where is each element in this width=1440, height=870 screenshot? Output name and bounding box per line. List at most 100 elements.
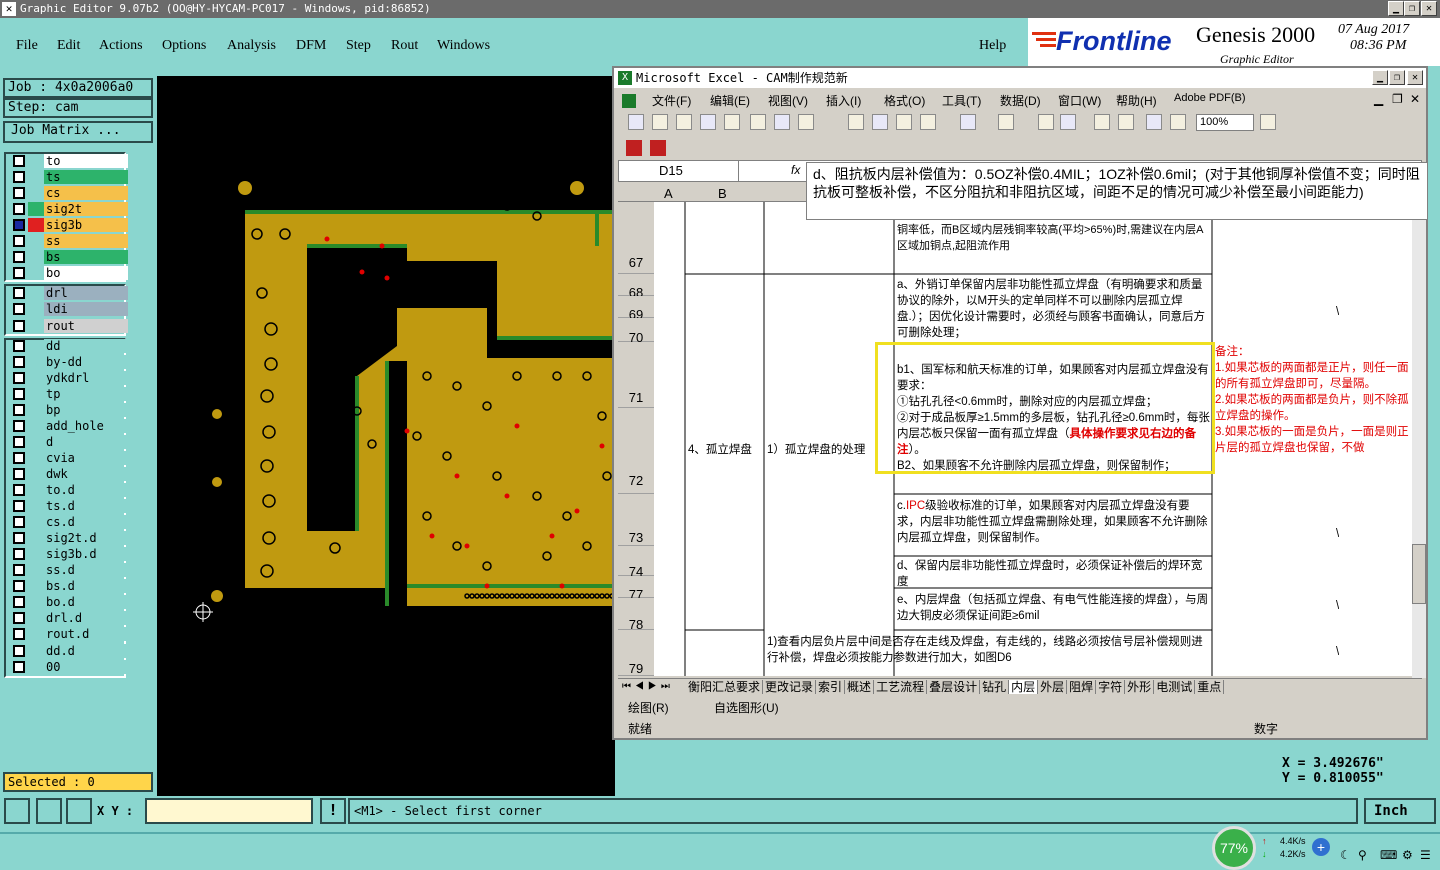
xy-input[interactable]	[145, 798, 313, 824]
layer-color-swatch[interactable]	[28, 644, 44, 658]
moon-icon[interactable]: ☾	[1340, 848, 1351, 862]
menu-options[interactable]: Options	[162, 38, 206, 54]
layer-checkbox[interactable]	[13, 287, 25, 300]
sort-asc-icon[interactable]	[1094, 114, 1110, 130]
xmenu-file[interactable]: 文件(F)	[652, 92, 691, 109]
layer-row-sig2t[interactable]: sig2t	[8, 202, 128, 217]
maximize-button[interactable]: ❐	[1404, 1, 1420, 16]
layer-checkbox[interactable]	[13, 628, 25, 641]
cell-d77[interactable]: e、内层焊盘（包括孤立焊盘、有电气性能连接的焊盘），与周边大铜皮必须保证间距≥6…	[897, 592, 1209, 626]
cell-e79[interactable]: \	[1336, 644, 1339, 660]
layer-checkbox[interactable]	[13, 155, 25, 167]
layer-row-dwk[interactable]: dwk	[8, 466, 128, 481]
layer-row-drl-d[interactable]: drl.d	[8, 611, 128, 626]
layer-checkbox[interactable]	[13, 339, 25, 352]
layer-checkbox[interactable]	[13, 403, 25, 416]
layer-name[interactable]: bo.d	[44, 595, 128, 610]
layer-row-cs-d[interactable]: cs.d	[8, 515, 128, 530]
xmenu-tools[interactable]: 工具(T)	[942, 92, 981, 109]
copy-icon[interactable]	[872, 114, 888, 130]
undo-icon[interactable]	[960, 114, 976, 130]
sheet-tab[interactable]: 阻焊	[1067, 680, 1097, 694]
layer-checkbox[interactable]	[13, 596, 25, 609]
layer-name[interactable]: cs	[44, 186, 128, 201]
cell-d73[interactable]: c.IPC级验收标准的订单，如果顾客对内层孤立焊盘没有要求，内层非功能性孤立焊盘…	[897, 498, 1209, 554]
layer-name[interactable]: dd.d	[44, 643, 128, 658]
layer-color-swatch[interactable]	[28, 660, 44, 674]
layer-color-swatch[interactable]	[28, 234, 44, 248]
layer-checkbox[interactable]	[13, 319, 25, 332]
sheet-tab[interactable]: 概述	[845, 680, 875, 694]
layer-name[interactable]: rout.d	[44, 627, 128, 642]
layer-checkbox[interactable]	[13, 251, 25, 264]
layer-color-swatch[interactable]	[28, 515, 44, 529]
redo-icon[interactable]	[998, 114, 1014, 130]
layer-color-swatch[interactable]	[28, 627, 44, 641]
help-icon[interactable]	[1260, 114, 1276, 130]
keyboard-icon[interactable]: ⌨	[1380, 848, 1397, 862]
layer-color-swatch[interactable]	[28, 483, 44, 497]
xmenu-help[interactable]: 帮助(H)	[1116, 92, 1157, 109]
tab-scroll-buttons[interactable]: ⏮◀▶⏭	[622, 679, 674, 695]
cell-d74[interactable]: d、保留内层非功能性孤立焊盘时，必须保证补偿后的焊环宽度	[897, 558, 1209, 588]
minimize-button[interactable]: ▁	[1388, 1, 1404, 16]
paste-icon[interactable]	[896, 114, 912, 130]
layer-row-cs[interactable]: cs	[8, 186, 128, 201]
name-box[interactable]: D15	[619, 161, 739, 181]
layer-row-to-d[interactable]: to.d	[8, 483, 128, 497]
vertical-scrollbar[interactable]	[1412, 184, 1426, 678]
formula-input[interactable]: d、阻抗板内层补偿值为：0.5OZ补偿0.4MIL；1OZ补偿0.6mil；(对…	[806, 162, 1428, 220]
layer-row-00[interactable]: 00	[8, 659, 128, 674]
spreadsheet-grid[interactable]: A B 6768697071727374777879 1、内层线路分布不均匀，如…	[618, 184, 1412, 676]
menu-icon[interactable]: ☰	[1420, 848, 1431, 862]
measure-icon[interactable]	[36, 798, 62, 824]
xmenu-format[interactable]: 格式(O)	[884, 92, 925, 109]
menu-analysis[interactable]: Analysis	[227, 38, 276, 54]
layer-checkbox[interactable]	[13, 484, 25, 496]
print-icon[interactable]	[724, 114, 740, 130]
layer-name[interactable]: to	[44, 154, 128, 168]
layer-color-swatch[interactable]	[28, 286, 44, 300]
layer-name[interactable]: sig2t	[44, 202, 128, 217]
layer-name[interactable]: sig3b	[44, 218, 128, 233]
cut-icon[interactable]	[848, 114, 864, 130]
layer-color-swatch[interactable]	[28, 266, 44, 280]
settings-icon[interactable]: ⚙	[1402, 848, 1413, 862]
layer-row-tp[interactable]: tp	[8, 386, 128, 401]
cell-e73[interactable]: \	[1336, 526, 1339, 542]
sheet-tab[interactable]: 字符	[1096, 680, 1126, 694]
cell-e77[interactable]: \	[1336, 598, 1339, 614]
menu-rout[interactable]: Rout	[391, 38, 418, 54]
layer-color-swatch[interactable]	[28, 419, 44, 433]
save-icon[interactable]	[676, 114, 692, 130]
layer-checkbox[interactable]	[13, 371, 25, 384]
excel-minimize-button[interactable]: ▁	[1372, 70, 1388, 85]
menu-dfm[interactable]: DFM	[296, 38, 326, 54]
layer-checkbox[interactable]	[13, 203, 25, 216]
layer-name[interactable]: ss.d	[44, 563, 128, 578]
menu-file[interactable]: File	[16, 38, 38, 54]
layer-checkbox[interactable]	[13, 187, 25, 200]
sheet-tab[interactable]: 内层	[1009, 680, 1039, 694]
layer-color-swatch[interactable]	[28, 387, 44, 401]
layer-name[interactable]: 00	[44, 659, 128, 674]
layer-checkbox[interactable]	[13, 516, 25, 529]
layer-row-sig3b-d[interactable]: sig3b.d	[8, 547, 128, 562]
doc-minimize-button[interactable]: ▁	[1374, 92, 1383, 106]
layer-name[interactable]: d	[44, 434, 128, 449]
grid-snap-icon[interactable]	[66, 798, 92, 824]
layer-color-swatch[interactable]	[28, 563, 44, 577]
layer-color-swatch[interactable]	[28, 595, 44, 609]
layer-row-ts-d[interactable]: ts.d	[8, 499, 128, 514]
sheet-tab[interactable]: 叠层设计	[927, 680, 981, 694]
layer-checkbox[interactable]	[13, 580, 25, 593]
xmenu-window[interactable]: 窗口(W)	[1058, 92, 1101, 109]
layer-color-swatch[interactable]	[28, 339, 44, 353]
layer-color-swatch[interactable]	[28, 611, 44, 625]
layer-name[interactable]: tp	[44, 386, 128, 401]
layer-row-sig3b[interactable]: sig3b	[8, 218, 128, 233]
units-select[interactable]: Inch	[1364, 798, 1436, 824]
layer-checkbox[interactable]	[13, 612, 25, 625]
layer-checkbox[interactable]	[13, 500, 25, 513]
job-matrix-button[interactable]: Job Matrix ...	[3, 121, 153, 143]
